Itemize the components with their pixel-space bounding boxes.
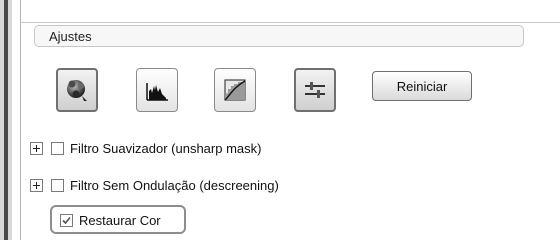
unsharp-mask-row: Filtro Suavizador (unsharp mask) [30, 138, 261, 158]
descreening-row: Filtro Sem Ondulação (descreening) [30, 175, 279, 195]
sliders-icon [305, 82, 325, 98]
restore-color-row: Restaurar Cor [60, 210, 161, 230]
panel-top-frame [20, 0, 560, 23]
restore-color-label[interactable]: Restaurar Cor [79, 213, 161, 228]
tone-curve-icon [224, 79, 246, 101]
color-balance-button[interactable] [56, 68, 98, 112]
descreening-checkbox[interactable] [51, 178, 64, 192]
expand-unsharp-icon[interactable] [30, 141, 43, 155]
splitter-bar[interactable] [4, 0, 8, 240]
restore-color-checkbox[interactable] [60, 213, 73, 227]
tone-curve-button[interactable] [214, 68, 256, 112]
unsharp-mask-label[interactable]: Filtro Suavizador (unsharp mask) [70, 141, 261, 156]
descreening-label[interactable]: Filtro Sem Ondulação (descreening) [70, 178, 279, 193]
expand-descreening-icon[interactable] [30, 178, 43, 192]
sliders-button[interactable] [294, 68, 336, 112]
panel-left-border [20, 22, 21, 240]
adjustments-group-header[interactable]: Ajustes [34, 25, 524, 47]
unsharp-mask-checkbox[interactable] [51, 141, 64, 155]
checkmark-icon [62, 216, 71, 224]
histogram-icon [146, 83, 168, 101]
color-balance-icon [67, 80, 87, 101]
reset-button[interactable]: Reiniciar [372, 71, 472, 101]
group-title: Ajustes [49, 29, 92, 44]
histogram-button[interactable] [136, 68, 178, 112]
